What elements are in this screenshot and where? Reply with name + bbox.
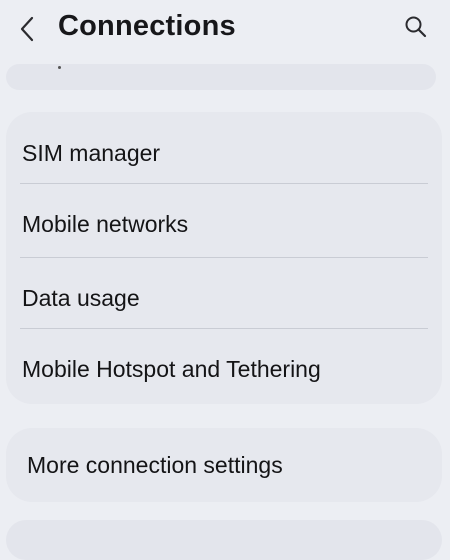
next-settings-card <box>6 520 442 560</box>
data-usage-label: Data usage <box>22 284 140 311</box>
search-button[interactable] <box>402 12 430 42</box>
app-header: Connections <box>0 0 450 62</box>
more-settings-card: More connection settings <box>6 428 442 502</box>
mobile-hotspot-tethering-item[interactable]: Mobile Hotspot and Tethering <box>6 338 442 400</box>
divider <box>20 257 428 258</box>
data-usage-item[interactable]: Data usage <box>6 267 442 329</box>
search-icon <box>405 16 427 38</box>
previous-settings-card <box>6 64 436 90</box>
chevron-left-icon <box>20 16 34 42</box>
more-connection-settings-label: More connection settings <box>27 451 283 478</box>
network-settings-card: SIM manager Mobile networks Data usage M… <box>6 112 442 404</box>
partial-content <box>58 66 61 69</box>
divider <box>20 328 428 329</box>
more-connection-settings-item[interactable]: More connection settings <box>6 434 442 496</box>
sim-manager-label: SIM manager <box>22 139 161 166</box>
sim-manager-item[interactable]: SIM manager <box>6 122 442 184</box>
divider <box>20 183 428 184</box>
mobile-networks-item[interactable]: Mobile networks <box>6 193 442 255</box>
mobile-networks-label: Mobile networks <box>22 210 189 237</box>
mobile-hotspot-tethering-label: Mobile Hotspot and Tethering <box>22 355 321 382</box>
back-button[interactable] <box>12 12 42 46</box>
page-title: Connections <box>58 10 236 42</box>
